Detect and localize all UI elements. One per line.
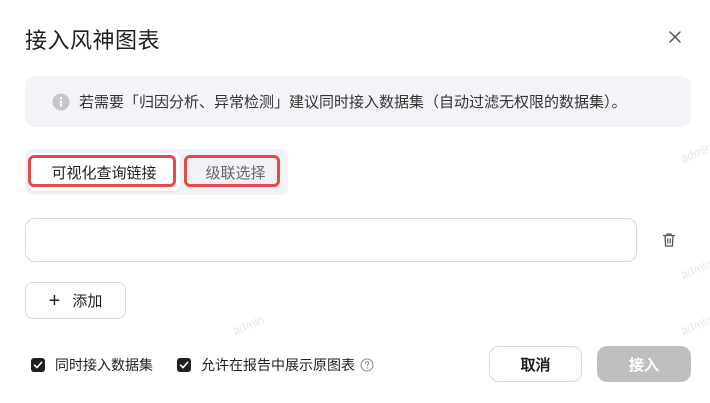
option-connect-dataset: 同时接入数据集 (31, 355, 153, 375)
plus-icon: + (48, 289, 61, 312)
cancel-button[interactable]: 取消 (489, 346, 582, 382)
watermark: admin (678, 312, 710, 338)
checkmark-icon (33, 361, 43, 369)
tab-visual-query-link[interactable]: 可视化查询链接 (28, 153, 180, 191)
watermark: admin (678, 140, 710, 166)
mode-segmented-control: 可视化查询链接 级联选择 (25, 149, 288, 195)
watermark: admin (230, 312, 267, 338)
option-show-original-chart: 允许在报告中展示原图表 (177, 355, 374, 375)
add-button-label: 添加 (72, 293, 103, 310)
checkbox-show-original-chart[interactable] (177, 358, 191, 372)
watermark: admin (678, 256, 710, 282)
tab-cascade-select[interactable]: 级联选择 (183, 149, 288, 195)
link-input[interactable] (25, 218, 637, 262)
option-label: 允许在报告中展示原图表 (201, 357, 355, 373)
trash-icon[interactable] (660, 231, 678, 249)
connect-button[interactable]: 接入 (597, 346, 691, 382)
checkbox-connect-dataset[interactable] (31, 358, 45, 372)
info-icon (52, 93, 70, 111)
notice-text: 若需要「归因分析、异常检测」建议同时接入数据集（自动过滤无权限的数据集）。 (79, 94, 627, 111)
help-icon[interactable] (360, 358, 374, 372)
close-icon[interactable] (664, 26, 686, 48)
add-button[interactable]: + 添加 (25, 282, 126, 319)
option-label: 同时接入数据集 (55, 357, 153, 373)
dialog: 接入风神图表 若需要「归因分析、异常检测」建议同时接入数据集（自动过滤无权限的数… (0, 0, 710, 403)
checkmark-icon (179, 361, 189, 369)
dialog-title: 接入风神图表 (25, 28, 161, 53)
notice-banner: 若需要「归因分析、异常检测」建议同时接入数据集（自动过滤无权限的数据集）。 (25, 76, 691, 127)
